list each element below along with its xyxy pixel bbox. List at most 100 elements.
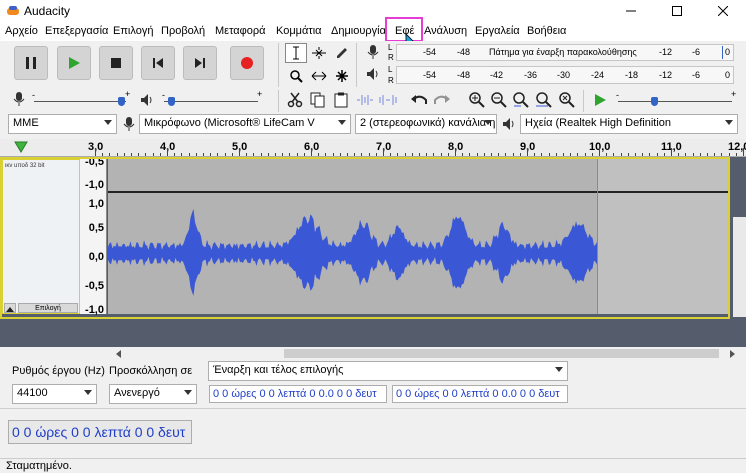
snap-to-select[interactable]: Ανενεργό — [109, 384, 197, 404]
audio-position-time[interactable]: 0 0 ώρες 0 0 λεπτά 0 0 δευτ — [8, 420, 192, 444]
paste-button[interactable] — [330, 90, 352, 110]
menu-transport[interactable]: Μεταφορά — [215, 25, 265, 37]
ruler-tick — [397, 153, 399, 156]
playback-volume-slider[interactable]: - + — [160, 89, 264, 108]
undo-icon — [411, 95, 427, 104]
ruler-tick — [548, 153, 550, 156]
menu-edit[interactable]: Επεξεργασία — [45, 25, 108, 37]
pin-head-icon[interactable] — [14, 141, 28, 153]
fit-selection-button[interactable] — [510, 90, 532, 110]
playback-device-select[interactable]: Ηχεία (Realtek High Definition — [520, 114, 738, 134]
chevron-down-icon — [104, 120, 112, 125]
recording-device-select[interactable]: Μικρόφωνο (Microsoft® LifeCam V — [139, 114, 351, 134]
ruler-tick — [203, 153, 204, 156]
ruler-tick — [498, 153, 500, 156]
trim-button[interactable] — [354, 90, 376, 110]
close-icon — [718, 6, 728, 16]
chevron-down-icon — [725, 120, 733, 125]
play-button[interactable] — [57, 46, 91, 80]
menu-generate[interactable]: Δημιουργία — [331, 25, 386, 37]
record-button[interactable] — [230, 46, 264, 80]
ruler-tick — [527, 148, 528, 156]
slider-plus: + — [731, 89, 737, 99]
zoom-out-button[interactable] — [488, 90, 510, 110]
selection-start-time[interactable]: 0 0 ώρες 0 0 λεπτά 0 0.0 0 0 δευτ — [209, 385, 387, 403]
ruler-tick — [260, 153, 262, 156]
redo-button[interactable] — [431, 90, 453, 110]
menu-view[interactable]: Προβολή — [161, 25, 205, 37]
chevron-down-icon — [338, 120, 346, 125]
zoom-in-icon — [469, 92, 485, 108]
time-shift-tool-button[interactable] — [308, 66, 330, 86]
record-meter-mic-icon[interactable] — [366, 44, 380, 60]
slider-knob[interactable] — [168, 97, 175, 106]
minimize-button[interactable] — [608, 0, 654, 22]
zoom-in-button[interactable] — [466, 90, 488, 110]
track-info-label: ικν uπoδ 32 bit — [5, 163, 45, 169]
ruler-tick — [289, 153, 291, 156]
project-rate-select[interactable]: 44100 — [12, 384, 97, 404]
pause-icon — [26, 57, 36, 69]
ruler-tick — [721, 153, 723, 156]
collapse-track-button[interactable] — [4, 303, 16, 313]
menu-select[interactable]: Επιλογή — [113, 25, 153, 37]
zoom-toggle-button[interactable] — [556, 90, 578, 110]
selection-tool-button[interactable] — [285, 43, 307, 63]
scroll-left-icon[interactable] — [116, 350, 122, 358]
multi-tool-button[interactable] — [331, 66, 353, 86]
stop-button[interactable] — [99, 46, 133, 80]
scissors-icon — [287, 92, 303, 108]
ruler-tick — [656, 153, 658, 156]
ruler-tick — [469, 153, 471, 156]
slider-knob[interactable] — [651, 97, 658, 106]
scroll-right-icon[interactable] — [730, 350, 736, 358]
play-at-speed-button[interactable] — [589, 90, 611, 110]
track-control-panel[interactable]: ικν uπoδ 32 bit Επιλογή — [2, 159, 80, 314]
menu-help[interactable]: Βοήθεια — [527, 25, 566, 37]
horizontal-scrollbar[interactable] — [108, 347, 746, 360]
audio-host-select[interactable]: MME — [8, 114, 117, 134]
draw-tool-button[interactable] — [331, 43, 353, 63]
selection-mode-select[interactable]: Έναρξη και τέλος επιλογής — [208, 361, 568, 381]
record-meter-right-label: R — [388, 53, 394, 62]
slider-knob[interactable] — [118, 97, 125, 106]
zoom-tool-button[interactable] — [285, 66, 307, 86]
pause-button[interactable] — [14, 46, 48, 80]
vruler-label: -1,0 — [85, 179, 104, 191]
record-meter-tick: -54 — [423, 47, 437, 57]
vertical-scrollbar[interactable] — [733, 217, 746, 317]
menu-file[interactable]: Αρχείο — [5, 25, 38, 37]
vruler-label: 0,0 — [88, 251, 104, 263]
playback-meter[interactable]: -54 -48 -42 -36 -30 -24 -18 -12 -6 0 — [396, 66, 734, 84]
skip-to-start-button[interactable] — [141, 46, 175, 80]
maximize-button[interactable] — [654, 0, 700, 22]
menu-tracks[interactable]: Κομμάτια — [276, 25, 322, 37]
silence-button[interactable] — [377, 90, 399, 110]
ruler-tick — [627, 153, 629, 156]
cut-button[interactable] — [284, 90, 306, 110]
track-select-button[interactable]: Επιλογή — [18, 303, 78, 313]
toolbar-divider — [0, 408, 746, 409]
menu-analyze[interactable]: Ανάλυση — [424, 25, 467, 37]
ruler-tick — [195, 153, 197, 156]
record-meter-peak-marker — [722, 46, 723, 59]
recording-channels-select[interactable]: 2 (στερεοφωνικά) κανάλια η — [355, 114, 497, 134]
waveform-canvas[interactable] — [108, 159, 729, 314]
recording-volume-slider[interactable]: - + — [30, 89, 132, 108]
copy-button[interactable] — [307, 90, 329, 110]
playback-speed-slider[interactable]: - + — [614, 89, 738, 108]
fit-project-button[interactable] — [533, 90, 555, 110]
vertical-ruler[interactable]: -0,5 -1,0 1,0 0,5 0,0 -0,5 -1,0 — [80, 156, 107, 316]
menu-tools[interactable]: Εργαλεία — [475, 25, 520, 37]
skip-start-icon — [153, 58, 163, 68]
close-button[interactable] — [700, 0, 746, 22]
record-meter[interactable]: -54 -48 Πάτημα για έναρξη παρακολούθησης… — [396, 44, 734, 61]
skip-to-end-button[interactable] — [183, 46, 217, 80]
selection-end-time[interactable]: 0 0 ώρες 0 0 λεπτά 0 0.0 0 0 δευτ — [392, 385, 568, 403]
undo-button[interactable] — [408, 90, 430, 110]
ruler-tick — [541, 153, 543, 156]
timeline-ruler[interactable]: 3,0 4,0 5,0 6,0 7,0 8,0 9,0 10,0 11,0 12… — [0, 139, 746, 157]
envelope-tool-button[interactable] — [308, 43, 330, 63]
playback-meter-speaker-icon[interactable] — [366, 67, 380, 81]
scrollbar-thumb[interactable] — [284, 349, 719, 358]
